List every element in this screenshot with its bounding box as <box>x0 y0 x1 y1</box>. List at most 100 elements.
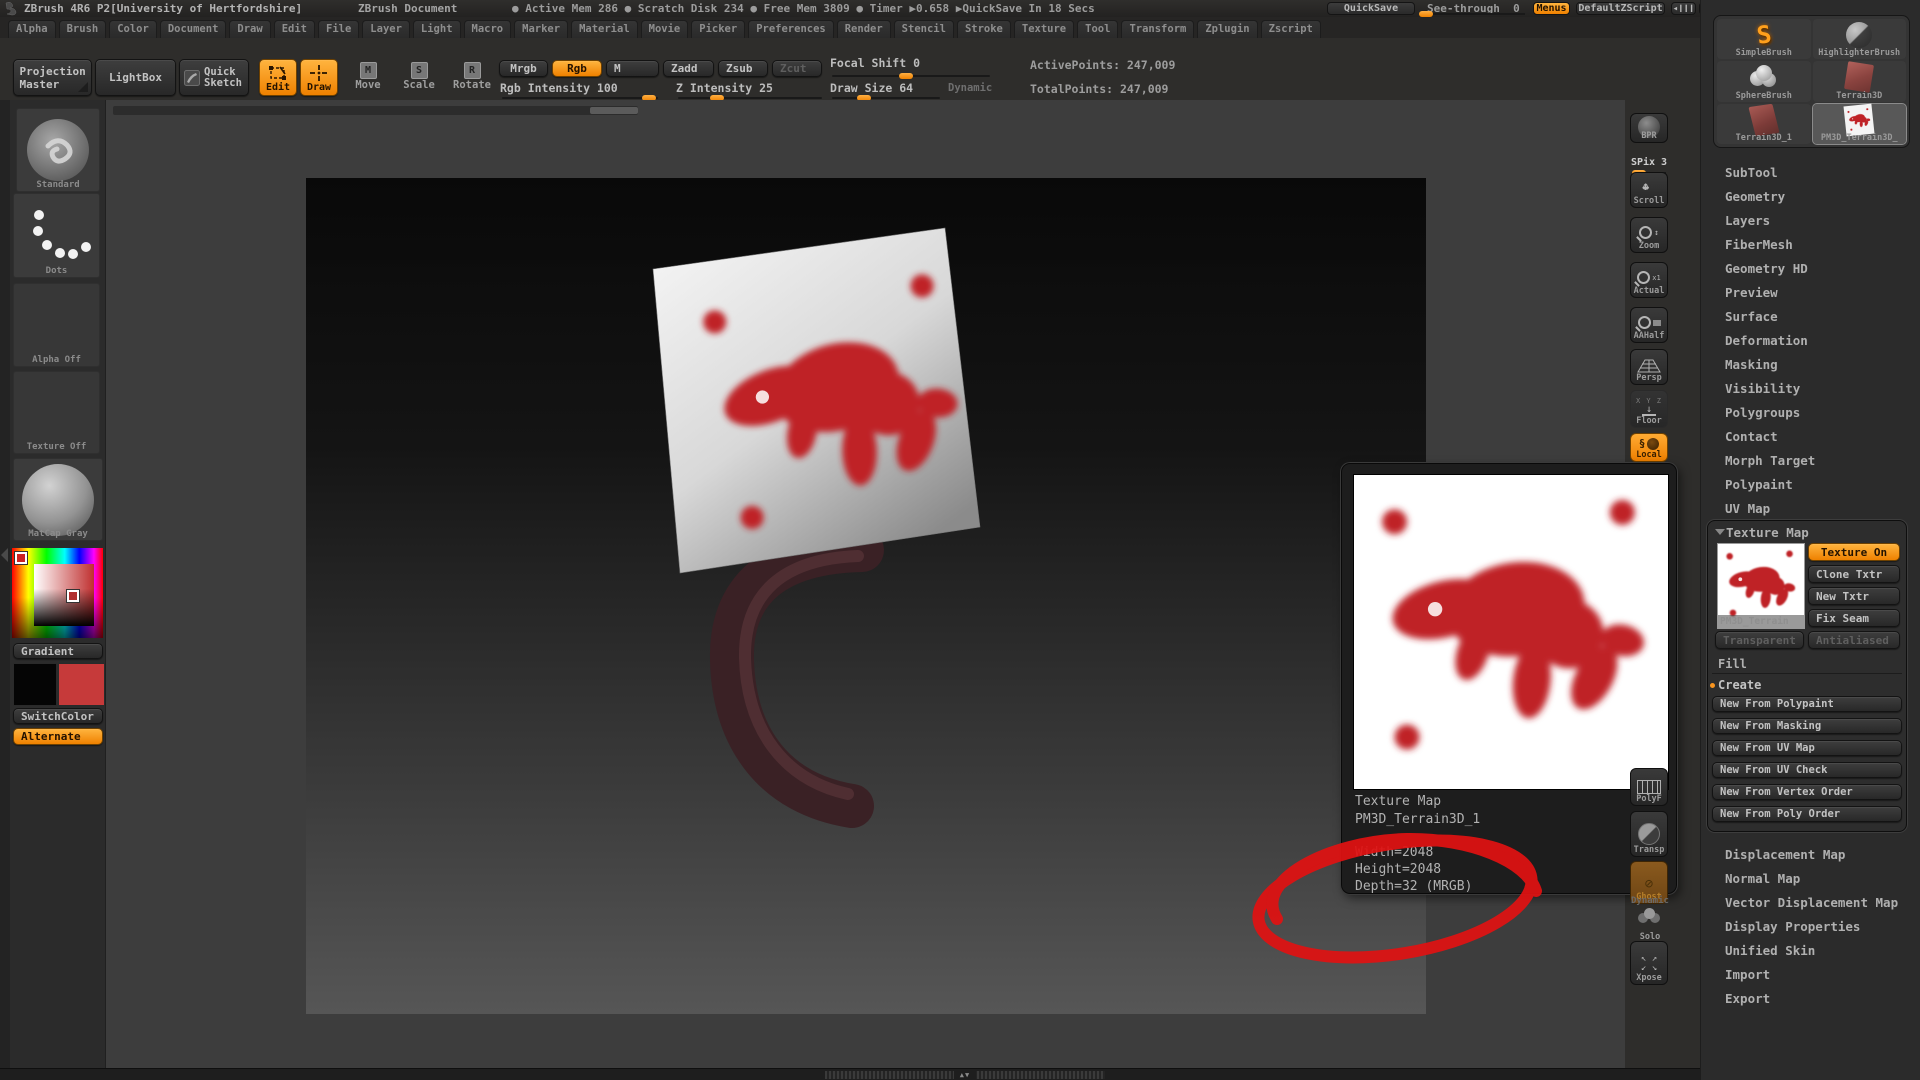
menu-item[interactable]: Transform <box>1121 20 1194 38</box>
fill-subsection[interactable]: Fill <box>1718 657 1747 671</box>
texture-map-header[interactable]: Texture Map <box>1726 525 1809 540</box>
sv-square[interactable] <box>34 564 94 626</box>
zoom-button[interactable]: ↕ Zoom <box>1630 217 1668 253</box>
mrgb-button[interactable]: Mrgb <box>499 60 548 77</box>
floor-button[interactable]: X Y Z ↓ Floor <box>1630 390 1668 428</box>
palette-section[interactable]: Masking <box>1725 352 1815 376</box>
palette-section[interactable]: Polypaint <box>1725 472 1815 496</box>
xpose-button[interactable]: ↖ ↗↙ ↘ Xpose <box>1630 941 1668 985</box>
current-material-thumbnail[interactable]: MatCap Gray <box>13 458 103 541</box>
see-through-track[interactable] <box>1419 13 1525 15</box>
menu-item[interactable]: Macro <box>464 20 512 38</box>
tool-thumb-simplebrush[interactable]: S SimpleBrush <box>1717 19 1811 59</box>
texture-on-button[interactable]: Texture On <box>1808 543 1900 561</box>
current-stroke-thumbnail[interactable]: Dots <box>13 193 100 278</box>
texture-map-thumbnail[interactable]: PM3D_Terrain <box>1717 543 1805 629</box>
create-texture-button[interactable]: New From Vertex Order <box>1712 784 1902 800</box>
palette-section[interactable]: Unified Skin <box>1725 938 1898 962</box>
palette-section[interactable]: Morph Target <box>1725 448 1815 472</box>
draw-size-slider[interactable]: Draw Size 64 <box>830 81 913 95</box>
left-tray-toggle[interactable]: ◂❙❙❙ <box>1671 2 1696 15</box>
focal-shift-track[interactable] <box>832 75 990 77</box>
polyf-button[interactable]: PolyF <box>1630 768 1668 806</box>
menu-item[interactable]: Preferences <box>748 20 834 38</box>
spix-slider[interactable]: SPix 3 <box>1628 150 1670 174</box>
menu-item[interactable]: Layer <box>362 20 410 38</box>
solo-button[interactable]: Solo <box>1634 908 1666 943</box>
current-brush-thumbnail[interactable]: Standard <box>16 108 100 192</box>
create-texture-button[interactable]: New From Poly Order <box>1712 806 1902 822</box>
menu-item[interactable]: Draw <box>229 20 270 38</box>
gradient-button[interactable]: Gradient <box>13 643 103 659</box>
scroll-button[interactable]: ↔↕ Scroll <box>1630 172 1668 208</box>
palette-section[interactable]: Normal Map <box>1725 866 1898 890</box>
main-color-swatch[interactable] <box>13 663 57 706</box>
actual-button[interactable]: x1 Actual <box>1630 262 1668 298</box>
menu-item[interactable]: Zplugin <box>1197 20 1257 38</box>
left-tray-collapse-handle[interactable] <box>1 548 8 562</box>
tool-thumb-terrain3d-1[interactable]: Terrain3D_1 <box>1717 104 1811 144</box>
menu-item[interactable]: Color <box>109 20 157 38</box>
alternate-button[interactable]: Alternate <box>13 728 103 745</box>
transparent-button[interactable]: Transparent <box>1715 631 1804 649</box>
palette-section[interactable]: Deformation <box>1725 328 1815 352</box>
palette-section[interactable]: Geometry <box>1725 184 1815 208</box>
create-texture-button[interactable]: New From UV Check <box>1712 762 1902 778</box>
rgb-button[interactable]: Rgb <box>552 60 602 77</box>
palette-section[interactable]: Import <box>1725 962 1898 986</box>
palette-section[interactable]: Displacement Map <box>1725 842 1898 866</box>
draw-size-track[interactable] <box>832 97 940 99</box>
palette-section[interactable]: Layers <box>1725 208 1815 232</box>
palette-section[interactable]: Export <box>1725 986 1898 1010</box>
menu-item[interactable]: Marker <box>514 20 568 38</box>
menu-item[interactable]: Render <box>837 20 891 38</box>
create-texture-button[interactable]: New From Polypaint <box>1712 696 1902 712</box>
menu-item[interactable]: Tool <box>1077 20 1118 38</box>
persp-button[interactable]: Persp <box>1630 349 1668 385</box>
menu-item[interactable]: Alpha <box>8 20 56 38</box>
menu-item[interactable]: Edit <box>274 20 315 38</box>
quicksave-button[interactable]: QuickSave <box>1327 2 1415 15</box>
menu-item[interactable]: Texture <box>1014 20 1074 38</box>
draw-button[interactable]: Draw <box>300 59 338 96</box>
zsub-button[interactable]: Zsub <box>718 60 768 77</box>
rgb-intensity-slider[interactable]: Rgb Intensity 100 <box>500 81 618 95</box>
focal-shift-handle[interactable] <box>899 73 913 79</box>
m-button[interactable]: M <box>606 60 659 77</box>
create-texture-button[interactable]: New From UV Map <box>1712 740 1902 756</box>
dynamic-mode-toggle[interactable]: Dynamic <box>948 82 992 94</box>
focal-shift-slider[interactable]: Focal Shift 0 <box>830 56 920 70</box>
new-txtr-button[interactable]: New Txtr <box>1808 587 1900 605</box>
tool-thumb-pm3d-terrain3d[interactable]: PM3D_Terrain3D_ <box>1813 104 1907 144</box>
palette-section[interactable]: Visibility <box>1725 376 1815 400</box>
rotate-button[interactable]: R Rotate <box>450 62 494 96</box>
clone-txtr-button[interactable]: Clone Txtr <box>1808 565 1900 583</box>
menu-item[interactable]: Brush <box>59 20 107 38</box>
z-intensity-slider[interactable]: Z Intensity 25 <box>676 81 773 95</box>
lightbox-button[interactable]: LightBox <box>95 59 176 96</box>
palette-section[interactable]: Preview <box>1725 280 1815 304</box>
rgb-intensity-track[interactable] <box>502 97 658 99</box>
menu-item[interactable]: Light <box>413 20 461 38</box>
hscrollbar-handle[interactable] <box>590 107 638 114</box>
tool-thumb-terrain3d[interactable]: Terrain3D <box>1813 61 1907 101</box>
menu-item[interactable]: Document <box>160 20 227 38</box>
menu-item[interactable]: Material <box>571 20 638 38</box>
create-subsection[interactable]: Create <box>1718 678 1761 692</box>
palette-section[interactable]: UV Map <box>1725 496 1815 520</box>
menus-button[interactable]: Menus <box>1533 2 1570 15</box>
menu-item[interactable]: Zscript <box>1261 20 1321 38</box>
aahalf-button[interactable]: AAHalf <box>1630 307 1668 343</box>
quick-sketch-button[interactable]: Quick Sketch <box>179 59 249 96</box>
color-picker[interactable] <box>12 548 103 638</box>
menu-item[interactable]: Picker <box>691 20 745 38</box>
palette-section[interactable]: Polygroups <box>1725 400 1815 424</box>
create-texture-button[interactable]: New From Masking <box>1712 718 1902 734</box>
bpr-button[interactable]: BPR <box>1630 113 1668 143</box>
menu-item[interactable]: Movie <box>641 20 689 38</box>
switch-color-button[interactable]: SwitchColor <box>13 708 103 724</box>
document-hscrollbar[interactable] <box>113 106 638 115</box>
tool-thumb-highlighterbrush[interactable]: HighlighterBrush <box>1813 19 1907 59</box>
antialiased-button[interactable]: Antialiased <box>1808 631 1900 649</box>
palette-section[interactable]: Display Properties <box>1725 914 1898 938</box>
